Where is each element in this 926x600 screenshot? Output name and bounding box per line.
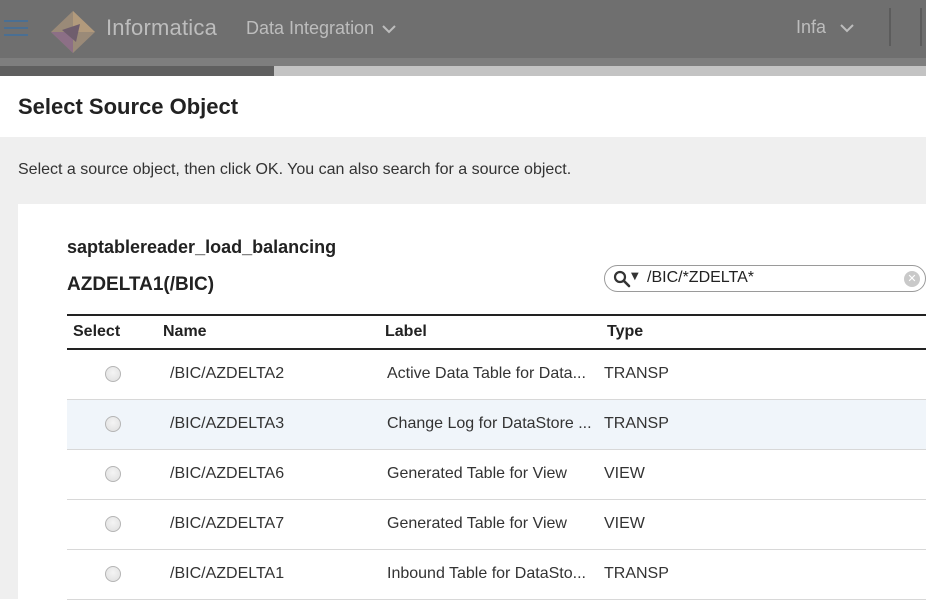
chevron-down-icon: [840, 17, 854, 38]
row-name: /BIC/AZDELTA2: [170, 365, 285, 382]
app-header: Informatica Data Integration Infa: [0, 0, 926, 58]
product-name: Data Integration: [246, 18, 375, 38]
column-header-select[interactable]: Select: [73, 323, 120, 341]
user-name: Infa: [796, 17, 827, 37]
user-menu[interactable]: Infa: [796, 17, 854, 38]
row-name: /BIC/AZDELTA6: [170, 465, 285, 482]
source-objects-table: Select Name Label Type /BIC/AZDELTA2 Act…: [67, 314, 926, 600]
row-type: VIEW: [604, 465, 645, 482]
row-select-radio[interactable]: [105, 366, 121, 382]
table-row[interactable]: /BIC/AZDELTA1 Inbound Table for DataSto.…: [67, 550, 926, 600]
row-select-radio[interactable]: [105, 516, 121, 532]
row-select-radio[interactable]: [105, 416, 121, 432]
product-switcher[interactable]: Data Integration: [246, 18, 396, 39]
table-row[interactable]: /BIC/AZDELTA6 Generated Table for View V…: [67, 450, 926, 500]
row-select-radio[interactable]: [105, 466, 121, 482]
dialog-title: Select Source Object: [18, 94, 239, 119]
row-label: Inbound Table for DataSto...: [387, 565, 586, 582]
connection-name: saptablereader_load_balancing: [67, 237, 337, 257]
row-name: /BIC/AZDELTA1: [170, 565, 285, 582]
column-header-label[interactable]: Label: [385, 323, 427, 341]
source-object-panel: saptablereader_load_balancing AZDELTA1(/…: [18, 204, 926, 600]
row-name: /BIC/AZDELTA3: [170, 415, 285, 432]
column-header-type[interactable]: Type: [607, 323, 643, 341]
dialog-instruction: Select a source object, then click OK. Y…: [18, 161, 572, 178]
menu-icon[interactable]: [4, 20, 28, 38]
row-label: Change Log for DataStore ...: [387, 415, 592, 432]
subheader-tab-strip: [274, 66, 926, 76]
table-row[interactable]: /BIC/AZDELTA7 Generated Table for View V…: [67, 500, 926, 550]
row-label: Active Data Table for Data...: [387, 365, 586, 382]
row-select-radio[interactable]: [105, 566, 121, 582]
header-divider: [889, 8, 891, 46]
search-options-caret-icon[interactable]: ▼: [631, 271, 639, 282]
search-box[interactable]: ▼ ✕: [604, 265, 926, 292]
row-label: Generated Table for View: [387, 515, 567, 532]
clear-search-icon[interactable]: ✕: [904, 271, 920, 287]
row-type: VIEW: [604, 515, 645, 532]
row-type: TRANSP: [604, 365, 669, 382]
column-header-name[interactable]: Name: [163, 323, 207, 341]
chevron-down-icon: [382, 18, 396, 39]
table-row[interactable]: /BIC/AZDELTA2 Active Data Table for Data…: [67, 350, 926, 400]
subheader-tab-strip: [0, 66, 274, 76]
search-icon[interactable]: [613, 270, 631, 288]
brand-name: Informatica: [106, 15, 218, 40]
row-type: TRANSP: [604, 415, 669, 432]
table-row[interactable]: /BIC/AZDELTA3 Change Log for DataStore .…: [67, 400, 926, 450]
package-name: AZDELTA1(/BIC): [67, 274, 215, 295]
header-divider: [920, 8, 922, 46]
search-input[interactable]: [647, 268, 897, 288]
dialog-header: Select Source Object: [0, 76, 926, 137]
row-name: /BIC/AZDELTA7: [170, 515, 285, 532]
table-header: Select Name Label Type: [67, 314, 926, 350]
row-label: Generated Table for View: [387, 465, 567, 482]
informatica-logo-icon: [51, 11, 95, 53]
row-type: TRANSP: [604, 565, 669, 582]
